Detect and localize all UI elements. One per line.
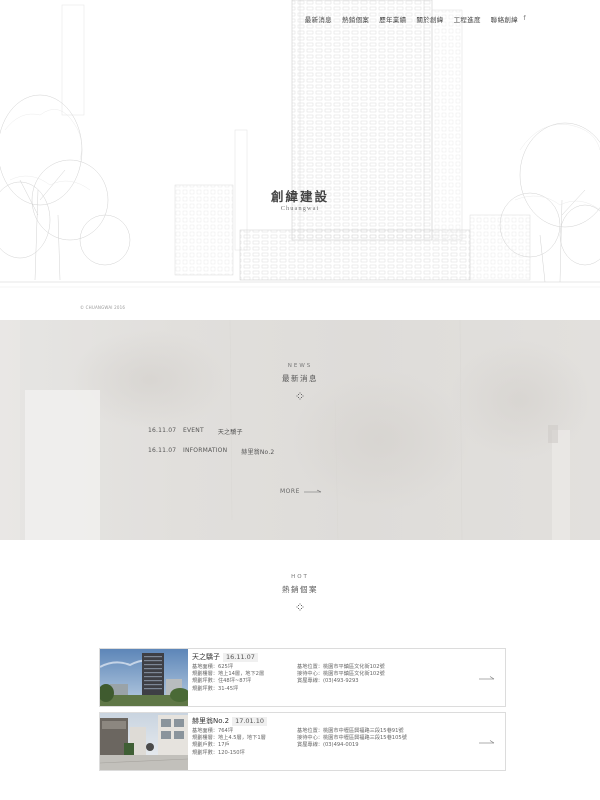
hero-section: 最新消息 熱銷個案 歷年業績 關於創緯 工程進度 聯絡創緯 f 創緯建設 Chu…	[0, 0, 600, 320]
hero-building-sketch	[0, 0, 600, 288]
project-spec: 規劃坪數：31-45坪	[192, 685, 239, 692]
news-category: EVENT	[183, 427, 204, 434]
nav-item-history[interactable]: 歷年業績	[379, 14, 406, 24]
diamond-ornament-icon	[296, 392, 304, 400]
facebook-icon[interactable]: f	[523, 14, 526, 22]
hot-label-en: HOT	[291, 574, 309, 580]
main-nav: 最新消息 熱銷個案 歷年業績 關於創緯 工程進度 聯絡創緯 f	[305, 14, 526, 24]
nav-item-news[interactable]: 最新消息	[305, 14, 332, 24]
project-date-badge: 17.01.10	[232, 716, 268, 726]
nav-item-contact[interactable]: 聯絡創緯	[491, 14, 518, 24]
project-info: 赫里翁No.2 17.01.10 基地面積：764坪 規劃樓層：地上4.5層，地…	[192, 716, 492, 757]
news-title: 天之驕子	[217, 429, 243, 436]
news-section: NEWS 最新消息 16.11.07 EVENT 天之驕子 16.11.07 I…	[0, 320, 600, 540]
project-info: 天之驕子 16.11.07 基地面積：625坪 規劃樓層：地上14層，地下2層 …	[192, 652, 492, 693]
project-spec: 規劃坪數：120-150坪	[192, 749, 245, 756]
project-card[interactable]: 赫里翁No.2 17.01.10 基地面積：764坪 規劃樓層：地上4.5層，地…	[99, 712, 506, 771]
news-date: 16.11.07	[148, 427, 177, 434]
copyright-text: © CHUANGWAI 2016	[80, 305, 126, 310]
project-spec: 規劃坪數：住48坪~87坪	[192, 678, 252, 685]
nav-item-progress[interactable]: 工程進度	[454, 14, 481, 24]
diamond-ornament-icon	[296, 603, 304, 611]
project-photo-tower	[100, 649, 188, 706]
arrow-right-icon[interactable]	[479, 739, 495, 745]
news-label-en: NEWS	[287, 363, 313, 369]
project-name: 天之驕子	[192, 653, 220, 661]
more-label: MORE	[280, 488, 300, 495]
project-spec: 賞屋專線：(03)493-9293	[297, 678, 359, 685]
project-spec: 規劃戶數：17戶	[192, 742, 230, 749]
hero-subtitle: Chuangwai	[280, 205, 320, 212]
project-photo-villa	[100, 713, 188, 770]
news-item[interactable]: 16.11.07 INFORMATION 赫里翁No.2	[148, 447, 274, 456]
arrow-right-icon[interactable]	[479, 675, 495, 681]
news-texture-background	[0, 320, 600, 540]
news-more-link[interactable]: MORE	[280, 488, 322, 495]
hot-label-zh: 熱銷個案	[282, 585, 318, 594]
news-title: 赫里翁No.2	[241, 449, 275, 456]
project-date-badge: 16.11.07	[223, 652, 258, 662]
project-card[interactable]: 天之驕子 16.11.07 基地面積：625坪 規劃樓層：地上14層，地下2層 …	[99, 648, 506, 707]
news-date: 16.11.07	[148, 447, 177, 454]
news-item[interactable]: 16.11.07 EVENT 天之驕子	[148, 427, 243, 436]
hot-section: HOT 熱銷個案 天之驕子 16.11.07 基地面積：625坪 規劃樓層：地上…	[0, 540, 600, 800]
nav-item-about[interactable]: 關於創緯	[416, 14, 443, 24]
nav-item-hot[interactable]: 熱銷個案	[342, 14, 369, 24]
news-category: INFORMATION	[183, 447, 228, 454]
project-name: 赫里翁No.2	[192, 717, 230, 725]
arrow-right-icon	[303, 489, 321, 493]
news-label-zh: 最新消息	[282, 374, 318, 383]
hero-title: 創緯建設	[270, 190, 329, 204]
project-spec: 賞屋專線：(03)494-0019	[297, 742, 359, 749]
